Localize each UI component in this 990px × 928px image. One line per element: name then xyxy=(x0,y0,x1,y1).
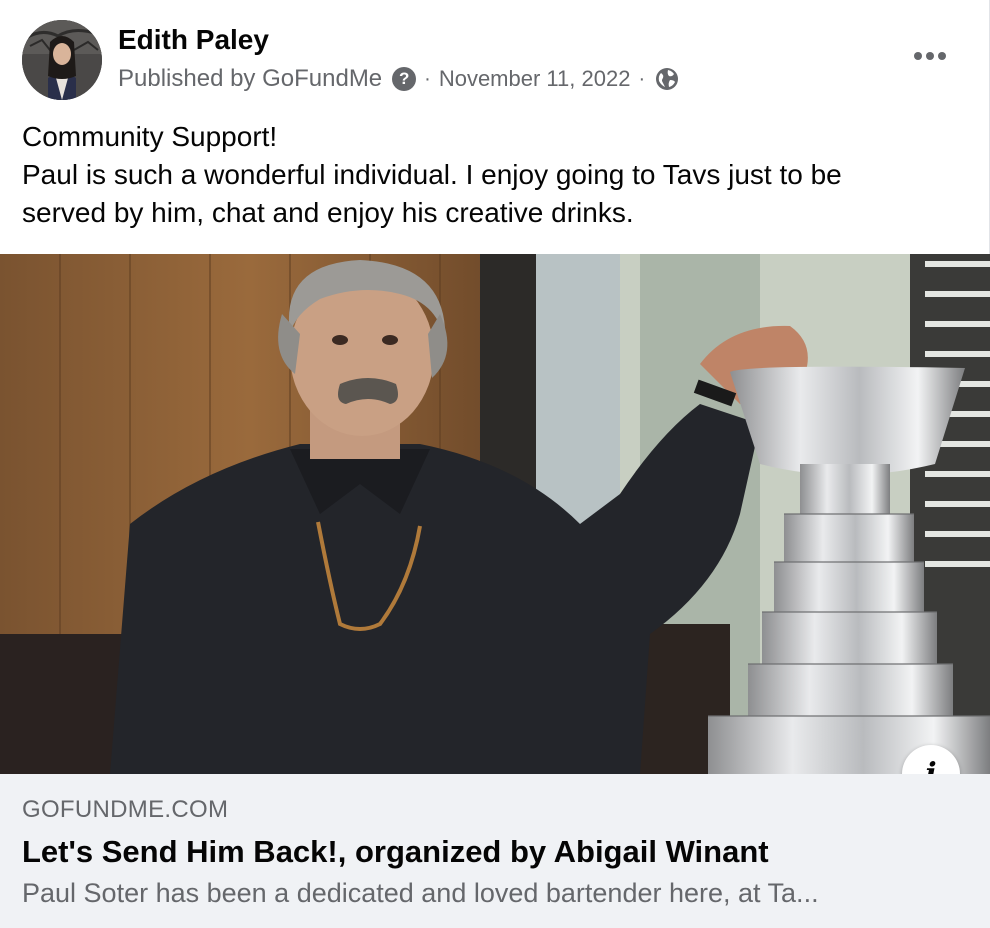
globe-icon[interactable] xyxy=(655,67,679,91)
meta-separator: · xyxy=(638,67,646,90)
publisher-text[interactable]: Published by GoFundMe xyxy=(118,65,382,93)
meta-separator: · xyxy=(424,67,431,90)
message-line: Community Support! xyxy=(22,121,278,152)
preview-photo xyxy=(0,254,990,774)
author-avatar[interactable] xyxy=(22,20,102,100)
link-preview-image[interactable] xyxy=(0,254,990,774)
post-card: Edith Paley Published by GoFundMe ? · No… xyxy=(0,0,990,928)
link-domain: GOFUNDME.COM xyxy=(22,796,229,823)
post-message: Community Support! Paul is such a wonder… xyxy=(22,118,962,232)
author-name[interactable]: Edith Paley xyxy=(118,24,269,56)
more-options-icon[interactable] xyxy=(910,42,950,70)
link-title[interactable]: Let's Send Him Back!, organized by Abiga… xyxy=(22,834,769,870)
question-mark-icon[interactable]: ? xyxy=(392,67,417,91)
post-header: Edith Paley Published by GoFundMe ? · No… xyxy=(0,0,990,112)
message-line: Paul is such a wonderful individual. I e… xyxy=(22,159,842,190)
link-description: Paul Soter has been a dedicated and love… xyxy=(22,878,819,908)
link-preview-card[interactable]: GOFUNDME.COM Let's Send Him Back!, organ… xyxy=(0,774,990,928)
message-line: served by him, chat and enjoy his creati… xyxy=(22,197,634,228)
post-meta: Published by GoFundMe ? · November 11, 2… xyxy=(118,64,679,94)
avatar-photo xyxy=(22,20,102,100)
post-date[interactable]: November 11, 2022 xyxy=(439,66,631,92)
